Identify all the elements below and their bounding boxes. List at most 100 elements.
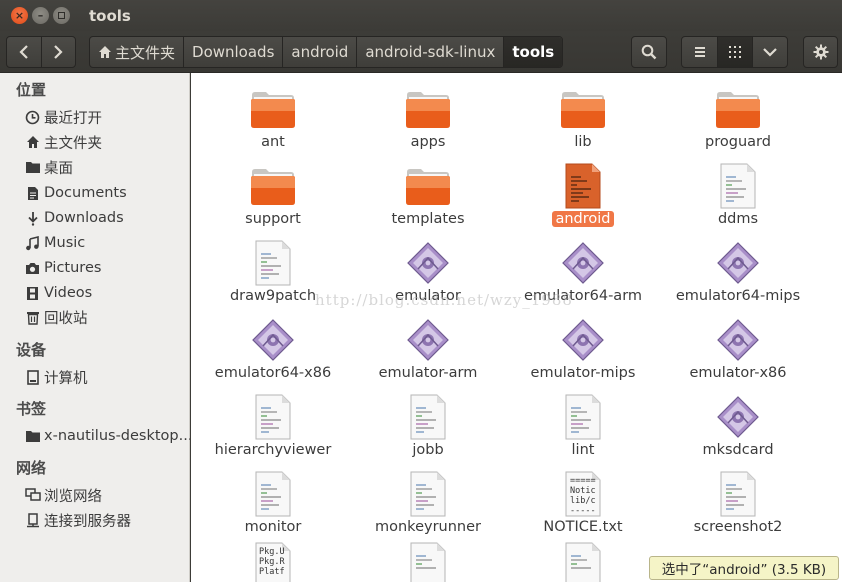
sidebar-item-label: Videos [44,285,93,301]
sidebar-item-videos[interactable]: Videos [24,282,190,304]
file-item-emulator-x86[interactable]: emulator-x86 [663,316,813,381]
script-file-icon [404,470,452,518]
breadcrumb-tools[interactable]: tools [503,37,563,67]
file-item-label: emulator-arm [378,365,478,381]
file-item-mksdcard[interactable]: mksdcard [663,393,813,458]
executable-icon [714,393,762,441]
sidebar-item-browse-network[interactable]: 浏览网络 [24,484,190,506]
script-file-icon [249,239,297,287]
file-item-android[interactable]: android [508,162,658,227]
minimize-window-button[interactable]: – [32,7,49,24]
preview-line: Notic [570,486,596,496]
history-nav [6,36,76,68]
view-options-button[interactable] [752,37,787,67]
drive-icon [24,369,41,386]
executable-icon [559,316,607,364]
file-item-screenshot2[interactable]: screenshot2 [663,470,813,535]
file-item-label: support [245,211,301,227]
folder-icon [24,428,41,445]
file-item-emulator-arm[interactable]: emulator-arm [353,316,503,381]
preview-line: ----- [570,506,596,516]
folder-icon [404,85,452,133]
file-item-monitor[interactable]: monitor [198,470,348,535]
script-file-icon [249,393,297,441]
sidebar-item-bookmark-desktop[interactable]: x-nautilus-desktop... [24,425,190,447]
sidebar-item-label: Downloads [44,210,124,226]
folder-icon [559,85,607,133]
search-button[interactable] [632,37,666,67]
breadcrumb-home[interactable]: 主文件夹 [90,37,183,67]
settings-button-group [803,36,838,68]
sidebar-item-downloads[interactable]: Downloads [24,207,190,229]
file-item-label: lib [574,134,592,150]
maximize-icon [58,12,65,19]
file-item-ddms[interactable]: ddms [663,162,813,227]
file-item-proguard[interactable]: proguard [663,85,813,150]
file-item-hierarchyviewer[interactable]: hierarchyviewer [198,393,348,458]
file-item-jobb[interactable]: jobb [353,393,503,458]
script-file-icon [404,541,452,582]
sidebar-item-label: Pictures [44,260,102,276]
sidebar-item-label: 主文件夹 [44,135,102,152]
file-item-label: lint [571,442,595,458]
sidebar-item-documents[interactable]: Documents [24,182,190,204]
file-item-label: proguard [705,134,771,150]
sidebar-item-label: 连接到服务器 [44,513,131,530]
sidebar-section-network: 网络 [16,459,47,477]
breadcrumb-label: 主文件夹 [115,43,176,62]
breadcrumb-android-sdk-linux[interactable]: android-sdk-linux [356,37,503,67]
file-item-ant[interactable]: ant [198,85,348,150]
file-item-source-properties[interactable]: Pkg.U Pkg.R Platf [198,541,348,582]
settings-button[interactable] [804,37,837,67]
sidebar-item-music[interactable]: Music [24,232,190,254]
breadcrumb-downloads[interactable]: Downloads [183,37,282,67]
file-item-lint[interactable]: lint [508,393,658,458]
file-item-label: emulator-mips [530,365,636,381]
sidebar-item-label: Documents [44,185,127,201]
file-item-label: monkeyrunner [375,519,481,535]
title-bar: × – tools [0,0,842,31]
text-file-icon: Pkg.U Pkg.R Platf [249,541,297,582]
folder-icon [404,162,452,210]
grid-view-button[interactable] [717,37,752,67]
file-item-emulator-mips[interactable]: emulator-mips [508,316,658,381]
file-item-label: NOTICE.txt [543,519,623,535]
maximize-window-button[interactable] [53,7,70,24]
script-file-icon [559,393,607,441]
list-view-button[interactable] [682,37,717,67]
sidebar-item-desktop[interactable]: 桌面 [24,156,190,178]
folder-icon [249,85,297,133]
executable-icon [404,316,452,364]
preview-line: lib/c [570,496,596,506]
sidebar-item-home[interactable]: 主文件夹 [24,131,190,153]
sidebar-item-computer[interactable]: 计算机 [24,366,190,388]
sidebar-item-connect-server[interactable]: 连接到服务器 [24,509,190,531]
file-item-lib[interactable]: lib [508,85,658,150]
script-file-icon [249,470,297,518]
view-switcher [681,36,788,68]
file-item-emulator64-mips[interactable]: emulator64-mips [663,239,813,304]
file-item-notice-txt[interactable]: ===== Notic lib/c ----- NOTICE.txt [508,470,658,535]
sidebar-item-recent[interactable]: 最近打开 [24,106,190,128]
sidebar-item-trash[interactable]: 回收站 [24,306,190,328]
preview-line: Pkg.R [259,557,285,567]
preview-line: Pkg.U [259,547,285,557]
back-button[interactable] [7,37,41,67]
forward-button[interactable] [40,37,75,67]
file-item-partial[interactable] [353,541,503,582]
file-item-support[interactable]: support [198,162,348,227]
file-item-emulator64-x86[interactable]: emulator64-x86 [198,316,348,381]
file-item-apps[interactable]: apps [353,85,503,150]
executable-icon [559,239,607,287]
folder-icon [249,162,297,210]
script-file-icon [559,162,607,210]
file-item-partial[interactable] [508,541,658,582]
file-item-label: emulator64-mips [675,288,801,304]
file-item-monkeyrunner[interactable]: monkeyrunner [353,470,503,535]
breadcrumb-android[interactable]: android [282,37,356,67]
sidebar-item-pictures[interactable]: Pictures [24,257,190,279]
file-item-templates[interactable]: templates [353,162,503,227]
executable-icon [249,316,297,364]
sidebar-item-label: 计算机 [44,370,88,387]
close-window-button[interactable]: × [11,7,28,24]
